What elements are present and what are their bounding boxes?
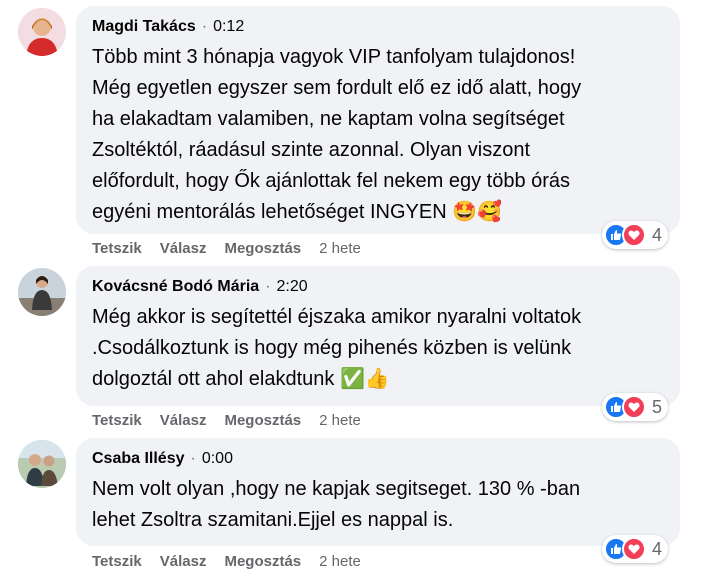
video-timestamp[interactable]: 0:12 [213,18,244,35]
comment-header: Csaba Illésy · 0:00 [92,448,666,470]
comment-actions: Tetszik Válasz Megosztás 2 hete [92,240,361,257]
separator-dot: · [190,450,196,467]
reaction-count: 4 [652,538,663,559]
author-name[interactable]: Csaba Illésy [92,450,185,467]
like-button[interactable]: Tetszik [92,240,142,257]
comment-text-body: Több mint 3 hónapja vagyok VIP tanfolyam… [92,46,582,223]
avatar[interactable] [18,8,66,56]
share-button[interactable]: Megosztás [224,553,301,570]
comment-emojis: 🤩🥰 [452,201,503,223]
reaction-count: 4 [652,224,663,245]
reply-button[interactable]: Válasz [160,240,207,257]
reply-button[interactable]: Válasz [160,412,207,429]
avatar[interactable] [18,440,66,488]
comment-bubble: Csaba Illésy · 0:00 Nem volt olyan ,hogy n… [76,438,680,546]
comment-bubble: Magdi Takács · 0:12 Több mint 3 hónapja va… [76,6,680,234]
reaction-summary[interactable]: 4 [602,535,669,563]
like-button[interactable]: Tetszik [92,412,142,429]
author-name[interactable]: Magdi Takács [92,18,196,35]
avatar[interactable] [18,268,66,316]
comment-text-body: Még akkor is segítettél éjszaka amikor n… [92,306,582,390]
comment-text: Több mint 3 hónapja vagyok VIP tanfolyam… [92,42,666,228]
comment-emojis: ✅👍 [339,368,390,390]
comment-bubble: Kovácsné Bodó Mária · 2:20 Még akkor is se… [76,266,680,406]
share-button[interactable]: Megosztás [224,240,301,257]
video-timestamp[interactable]: 2:20 [276,278,307,295]
share-button[interactable]: Megosztás [224,412,301,429]
like-button[interactable]: Tetszik [92,553,142,570]
love-reaction-icon [622,223,646,247]
comment-text: Még akkor is segítettél éjszaka amikor n… [92,302,666,395]
reaction-summary[interactable]: 5 [602,393,669,421]
love-reaction-icon [622,395,646,419]
author-name[interactable]: Kovácsné Bodó Mária [92,278,259,295]
reply-button[interactable]: Válasz [160,553,207,570]
comment-actions: Tetszik Válasz Megosztás 2 hete [92,412,361,429]
reaction-summary[interactable]: 4 [602,221,669,249]
video-timestamp[interactable]: 0:00 [202,450,233,467]
reaction-count: 5 [652,396,663,417]
comment-age[interactable]: 2 hete [319,553,361,570]
comment-header: Magdi Takács · 0:12 [92,16,666,38]
separator-dot: · [265,278,271,295]
comment-age[interactable]: 2 hete [319,412,361,429]
separator-dot: · [201,18,208,35]
comment-text: Nem volt olyan ,hogy ne kapjak segitsege… [92,474,666,536]
comment-header: Kovácsné Bodó Mária · 2:20 [92,276,666,298]
comment-actions: Tetszik Válasz Megosztás 2 hete [92,553,361,570]
love-reaction-icon [622,537,646,561]
comment-age[interactable]: 2 hete [319,240,361,257]
comment-text-body: Nem volt olyan ,hogy ne kapjak segitsege… [92,478,581,531]
